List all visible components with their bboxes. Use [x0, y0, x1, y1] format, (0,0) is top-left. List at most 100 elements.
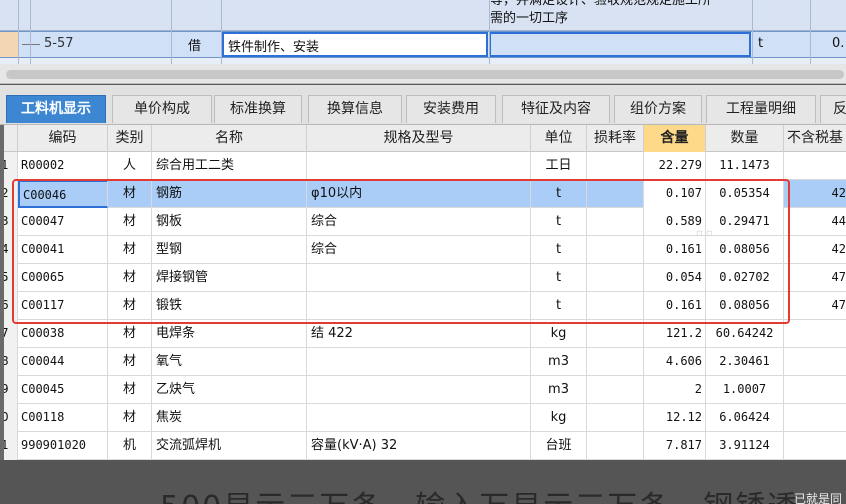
tab-unit-price-composition[interactable]: 单价构成 [112, 95, 212, 123]
annotation-red-box [12, 179, 790, 324]
row-name[interactable]: 交流弧焊机 [152, 432, 307, 460]
row-loss-rate[interactable] [587, 376, 644, 404]
row-tax-exclusive-price[interactable] [784, 432, 846, 460]
row-spec[interactable] [307, 348, 531, 376]
row-code[interactable]: C00045 [18, 376, 108, 404]
background-document: 500显示三万条，输入万显示三万条，钢锈透 已就是同 [0, 460, 846, 504]
work-description-line: 需的一切工序 [490, 11, 569, 26]
table-row[interactable]: 7 C00038 材电焊条结 422 kg 121.2 60.64242 [0, 320, 846, 348]
header-code[interactable]: 编码 [18, 125, 108, 152]
header-tax-exclusive-price[interactable]: 不含税基 [784, 125, 846, 152]
row-tax-exclusive-price[interactable]: 44 [784, 208, 846, 236]
row-spec[interactable]: 容量(kV·A) 32 [307, 432, 531, 460]
table-row[interactable]: 1 R00002 人综合用工二类 工日 22.279 11.1473 [0, 152, 846, 180]
row-unit[interactable]: m3 [531, 376, 587, 404]
tab-standard-conversion[interactable]: 标准换算 [214, 95, 302, 123]
tab-more[interactable]: 反 [820, 95, 846, 123]
row-name[interactable]: 焦炭 [152, 404, 307, 432]
quota-name-field[interactable]: 铁件制作、安装 [222, 32, 488, 57]
row-code[interactable]: C00038 [18, 320, 108, 348]
table-row[interactable]: 1 990901020 机交流弧焊机 容量(kV·A) 32 台班 7.817 3.9112… [0, 432, 846, 460]
row-loss-rate[interactable] [587, 152, 644, 180]
header-quantity[interactable]: 数量 [706, 125, 784, 152]
row-unit[interactable]: 台班 [531, 432, 587, 460]
row-tax-exclusive-price[interactable] [784, 404, 846, 432]
row-loss-rate[interactable] [587, 432, 644, 460]
row-content[interactable]: 2 [644, 376, 706, 404]
row-spec[interactable] [307, 404, 531, 432]
row-tax-exclusive-price[interactable]: 42 [784, 236, 846, 264]
background-text-right: 已就是同 [794, 492, 843, 504]
row-type[interactable]: 材 [108, 404, 152, 432]
row-type[interactable]: 材 [108, 348, 152, 376]
upper-description-row[interactable]: 等，并满足设计、验收规范规定施工所 需的一切工序 [0, 0, 846, 31]
quota-description-field[interactable] [489, 32, 751, 57]
row-content[interactable]: 121.2 [644, 320, 706, 348]
table-row[interactable]: 8 C00044 材氧气 m3 4.606 2.30461 [0, 348, 846, 376]
watermark: ▫ ▫ [696, 228, 713, 239]
row-loss-rate[interactable] [587, 320, 644, 348]
background-text: 500显示三万条，输入万显示三万条，钢锈透 [160, 482, 799, 504]
row-code[interactable]: R00002 [18, 152, 108, 180]
horizontal-scrollbar[interactable] [0, 64, 846, 84]
header-content[interactable]: 含量 [644, 125, 706, 152]
row-type[interactable]: 材 [108, 376, 152, 404]
row-unit[interactable]: kg [531, 404, 587, 432]
header-type[interactable]: 类别 [108, 125, 152, 152]
row-type[interactable]: 机 [108, 432, 152, 460]
row-spec[interactable] [307, 376, 531, 404]
row-marker [0, 32, 18, 57]
row-quantity[interactable]: 1.0007 [706, 376, 784, 404]
scrollbar-thumb[interactable] [6, 70, 844, 79]
row-quantity[interactable]: 3.91124 [706, 432, 784, 460]
row-loss-rate[interactable] [587, 404, 644, 432]
row-quantity[interactable]: 60.64242 [706, 320, 784, 348]
row-type[interactable]: 人 [108, 152, 152, 180]
row-name[interactable]: 综合用工二类 [152, 152, 307, 180]
row-tax-exclusive-price[interactable] [784, 152, 846, 180]
header-spec[interactable]: 规格及型号 [307, 125, 531, 152]
row-name[interactable]: 乙炔气 [152, 376, 307, 404]
row-unit[interactable]: kg [531, 320, 587, 348]
row-content[interactable]: 4.606 [644, 348, 706, 376]
row-tax-exclusive-price[interactable] [784, 376, 846, 404]
selected-quota-row[interactable]: 5-57 借 铁件制作、安装 t 0. [0, 31, 846, 58]
tab-features-content[interactable]: 特征及内容 [502, 95, 610, 123]
row-unit[interactable]: 工日 [531, 152, 587, 180]
row-quantity[interactable]: 6.06424 [706, 404, 784, 432]
row-code[interactable]: 990901020 [18, 432, 108, 460]
tab-pricing-plan[interactable]: 组价方案 [614, 95, 702, 123]
table-row[interactable]: 9 C00045 材乙炔气 m3 2 1.0007 [0, 376, 846, 404]
row-tax-exclusive-price[interactable]: 42 [784, 180, 846, 208]
row-quantity[interactable]: 2.30461 [706, 348, 784, 376]
row-tax-exclusive-price[interactable]: 47 [784, 264, 846, 292]
row-code[interactable]: C00118 [18, 404, 108, 432]
row-type[interactable]: 材 [108, 320, 152, 348]
quota-unit: t [758, 36, 764, 51]
row-tax-exclusive-price[interactable] [784, 348, 846, 376]
row-unit[interactable]: m3 [531, 348, 587, 376]
header-loss-rate[interactable]: 损耗率 [587, 125, 644, 152]
table-row[interactable]: 0 C00118 材焦炭 kg 12.12 6.06424 [0, 404, 846, 432]
row-spec[interactable]: 结 422 [307, 320, 531, 348]
row-tax-exclusive-price[interactable]: 47 [784, 292, 846, 320]
row-code[interactable]: C00044 [18, 348, 108, 376]
row-tax-exclusive-price[interactable] [784, 320, 846, 348]
tab-conversion-info[interactable]: 换算信息 [308, 95, 402, 123]
row-content[interactable]: 22.279 [644, 152, 706, 180]
tab-installation-fee[interactable]: 安装费用 [406, 95, 496, 123]
row-loss-rate[interactable] [587, 348, 644, 376]
row-name[interactable]: 电焊条 [152, 320, 307, 348]
tab-labor-material-machine[interactable]: 工料机显示 [6, 95, 106, 123]
row-quantity[interactable]: 11.1473 [706, 152, 784, 180]
row-name[interactable]: 氧气 [152, 348, 307, 376]
header-name[interactable]: 名称 [152, 125, 307, 152]
row-content[interactable]: 7.817 [644, 432, 706, 460]
tab-quantity-detail[interactable]: 工程量明细 [706, 95, 816, 123]
row-content[interactable]: 12.12 [644, 404, 706, 432]
quota-code: 5-57 [22, 36, 74, 51]
detail-tabs: 工料机显示 单价构成 标准换算 换算信息 安装费用 特征及内容 组价方案 工程量… [0, 85, 846, 125]
left-edge [0, 125, 4, 504]
row-spec[interactable] [307, 152, 531, 180]
header-unit[interactable]: 单位 [531, 125, 587, 152]
